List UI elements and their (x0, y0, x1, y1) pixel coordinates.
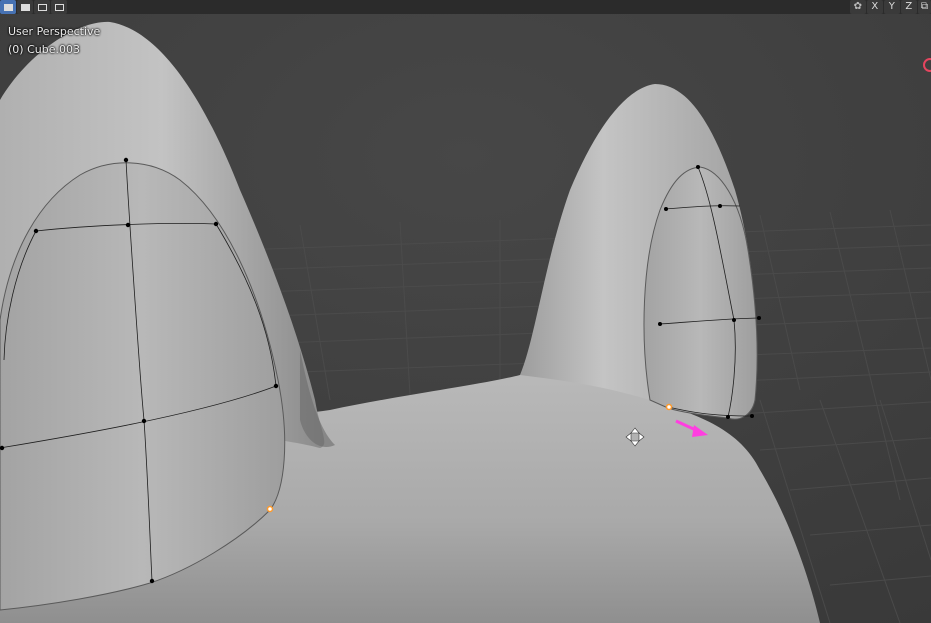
selection-mode-buttons (0, 0, 67, 14)
butterfly-mirror-icon[interactable]: ✿ (849, 0, 866, 14)
overlay-toggle-icon[interactable]: ⧉ (917, 0, 931, 14)
viewport-header (0, 0, 931, 14)
axis-z-button[interactable]: Z (900, 0, 917, 14)
select-subtract-icon[interactable] (34, 0, 50, 14)
object-name-label: (0) Cube.003 (8, 43, 80, 56)
select-extend-icon[interactable] (17, 0, 33, 14)
axis-x-button[interactable]: X (866, 0, 883, 14)
3d-viewport[interactable]: ✿ X Y Z ⧉ User Perspective (0) Cube.003 (0, 0, 931, 623)
mirror-axis-group: ✿ X Y Z ⧉ (849, 0, 931, 14)
navigation-gizmo-x-icon[interactable] (923, 58, 931, 72)
select-invert-icon[interactable] (51, 0, 67, 14)
selected-vertex-right (665, 403, 673, 411)
view-name-label: User Perspective (8, 25, 101, 38)
selected-vertex-left (266, 505, 274, 513)
axis-y-button[interactable]: Y (883, 0, 900, 14)
select-set-icon[interactable] (0, 0, 16, 14)
